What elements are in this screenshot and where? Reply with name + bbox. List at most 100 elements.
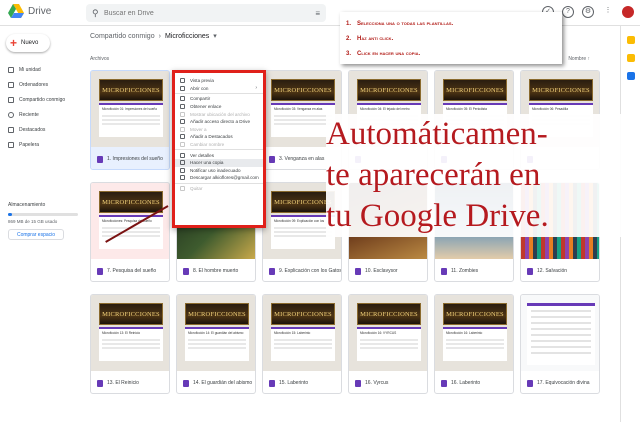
- report-icon: [180, 167, 185, 173]
- banner-text: MICROFICCIONES: [274, 87, 332, 94]
- eye-icon: [180, 78, 185, 84]
- forms-icon: [269, 379, 275, 387]
- step-number: 1.: [346, 20, 352, 27]
- file-footer: 15. Laberinto: [263, 371, 341, 393]
- menu-item[interactable]: Compartir: [175, 95, 263, 103]
- file-footer: 17. Equivocación divina: [521, 371, 599, 393]
- sidebar-item-my-drive[interactable]: Mi unidad: [0, 62, 84, 77]
- thumbnail-banner: MICROFICCIONES: [443, 79, 507, 101]
- menu-item[interactable]: Añadir a Destacados: [175, 133, 263, 141]
- file-thumbnail: MICROFICCIONES Microficción 01: Impresion…: [91, 71, 169, 147]
- sidebar-item-computers[interactable]: Ordenadores: [0, 77, 84, 92]
- sort-control[interactable]: Nombre ↑: [568, 56, 590, 62]
- file-subtitle: Microficción 01: Impresiones del sueño: [102, 107, 158, 111]
- file-card[interactable]: 17. Equivocación divina: [520, 294, 600, 394]
- menu-item[interactable]: Cambiar nombre: [175, 141, 263, 149]
- menu-item[interactable]: Quitar: [175, 185, 263, 193]
- banner-text: MICROFICCIONES: [360, 311, 418, 318]
- breadcrumb-parent[interactable]: Compartido conmigo: [90, 33, 155, 40]
- sidebar-item-starred[interactable]: Destacados: [0, 122, 84, 137]
- file-name: 15. Laberinto: [279, 380, 309, 386]
- apps-icon[interactable]: ⋮: [602, 6, 614, 18]
- file-name: 16. Laberinto: [451, 380, 481, 386]
- sidebar: + Nuevo Mi unidad Ordenadores Compartido…: [0, 26, 84, 422]
- menu-item[interactable]: Añadir acceso directo a Drive: [175, 118, 263, 126]
- buy-storage-button[interactable]: Comprar espacio: [8, 229, 64, 240]
- file-thumbnail: [521, 295, 599, 371]
- overlay-line: te aparecerán en: [326, 157, 541, 193]
- settings-icon[interactable]: ⚙: [582, 6, 594, 18]
- plus-icon: +: [10, 36, 18, 50]
- menu-item-label: Quitar: [190, 186, 203, 192]
- file-card[interactable]: MICROFICCIONES Microficción 14: El guardi…: [176, 294, 256, 394]
- forms-icon: [355, 267, 361, 275]
- search-options-icon[interactable]: ≡: [315, 9, 320, 18]
- menu-item-label: Vista previa: [190, 78, 214, 84]
- sidebar-item-label: Papelera: [19, 141, 40, 148]
- menu-item[interactable]: Obtener enlace: [175, 103, 263, 111]
- form-preview: Microficción 15: Laberinto: [271, 327, 335, 361]
- file-card[interactable]: MICROFICCIONES Microficciones: Pesquisa d…: [90, 182, 170, 282]
- help-icon[interactable]: ?: [562, 6, 574, 18]
- chevron-right-icon: ›: [255, 85, 257, 92]
- menu-item-label: Notificar uso inadecuado: [190, 167, 241, 173]
- clock-icon: [8, 111, 14, 118]
- breadcrumb-current[interactable]: Microficciones: [165, 33, 209, 40]
- forms-icon: [269, 267, 275, 275]
- new-button[interactable]: + Nuevo: [6, 34, 50, 52]
- file-footer: 9. Explicación con los Gatos: [263, 259, 341, 281]
- tasks-icon[interactable]: [626, 72, 635, 80]
- file-card[interactable]: MICROFICCIONES Microficción 16: Laberinto…: [434, 294, 514, 394]
- instruction-step: 1. Selecciona una o todas las plantillas.: [346, 16, 556, 31]
- star-icon: [180, 134, 185, 140]
- thumbnail-banner: MICROFICCIONES: [271, 79, 335, 101]
- forms-icon: [527, 267, 533, 275]
- sidebar-item-shared[interactable]: Compartido conmigo: [0, 92, 84, 107]
- sidebar-item-trash[interactable]: Papelera: [0, 137, 84, 152]
- shortcut-icon: [180, 119, 185, 125]
- menu-item-label: Mostrar ubicación del archivo: [190, 111, 250, 117]
- avatar[interactable]: [622, 6, 634, 18]
- trash-icon: [180, 186, 185, 192]
- menu-item[interactable]: Hacer una copia: [175, 158, 263, 167]
- search-icon[interactable]: ⚲: [92, 8, 104, 19]
- file-footer: 16. Vyrcus: [349, 371, 427, 393]
- menu-item[interactable]: Descargar alkioflores@gmail.com: [175, 174, 263, 182]
- file-card[interactable]: MICROFICCIONES Microficción 15: Laberinto…: [262, 294, 342, 394]
- drive-logo[interactable]: Drive: [8, 4, 51, 18]
- calendar-icon[interactable]: [626, 36, 635, 44]
- file-card[interactable]: MICROFICCIONES Microficción 01: Impresion…: [90, 70, 170, 170]
- menu-item[interactable]: Mover a: [175, 126, 263, 134]
- menu-item[interactable]: Abrir con ›: [175, 85, 263, 93]
- menu-item[interactable]: Vista previa: [175, 77, 263, 85]
- keep-icon[interactable]: [626, 54, 635, 62]
- form-preview: Microficción 01: Impresiones del sueño: [99, 103, 163, 137]
- chevron-down-icon[interactable]: ▾: [213, 32, 217, 40]
- search-input[interactable]: [104, 9, 316, 17]
- search-bar[interactable]: ⚲ ≡: [86, 4, 326, 22]
- file-subtitle: Microficción 06: Pesadilla: [532, 107, 568, 111]
- forms-icon: [183, 267, 189, 275]
- banner-text: MICROFICCIONES: [360, 87, 418, 94]
- step-number: 3.: [346, 50, 352, 57]
- menu-item[interactable]: Mostrar ubicación del archivo: [175, 110, 263, 118]
- storage-used: 869 MB de 15 GB usado: [8, 219, 58, 224]
- sidebar-item-recent[interactable]: Reciente: [0, 107, 84, 122]
- folder-icon: [180, 111, 185, 117]
- file-name: 13. El Reinicio: [107, 380, 139, 386]
- file-subtitle: Microficción 15: Laberinto: [274, 331, 311, 335]
- file-card[interactable]: MICROFICCIONES Microficción 13: El Reinic…: [90, 294, 170, 394]
- menu-item-label: Hacer una copia: [190, 160, 224, 166]
- menu-item[interactable]: Ver detalles: [175, 151, 263, 159]
- sidebar-nav: Mi unidad Ordenadores Compartido conmigo…: [0, 62, 84, 152]
- file-card[interactable]: MICROFICCIONES Microficción 16: VYRCUS 16.…: [348, 294, 428, 394]
- arrow-up-icon: ↑: [587, 56, 591, 62]
- file-subtitle: Microficción 03: Venganza en alas: [274, 107, 323, 111]
- context-menu: Vista previa Abrir con › Compartir Obtener e…: [172, 70, 266, 228]
- file-footer: 10. Esclavysor: [349, 259, 427, 281]
- step-text: Haz anti click.: [357, 35, 394, 42]
- banner-text: MICROFICCIONES: [274, 311, 332, 318]
- thumbnail-banner: MICROFICCIONES: [99, 79, 163, 101]
- forms-icon: [183, 379, 189, 387]
- menu-item[interactable]: Notificar uso inadecuado: [175, 167, 263, 175]
